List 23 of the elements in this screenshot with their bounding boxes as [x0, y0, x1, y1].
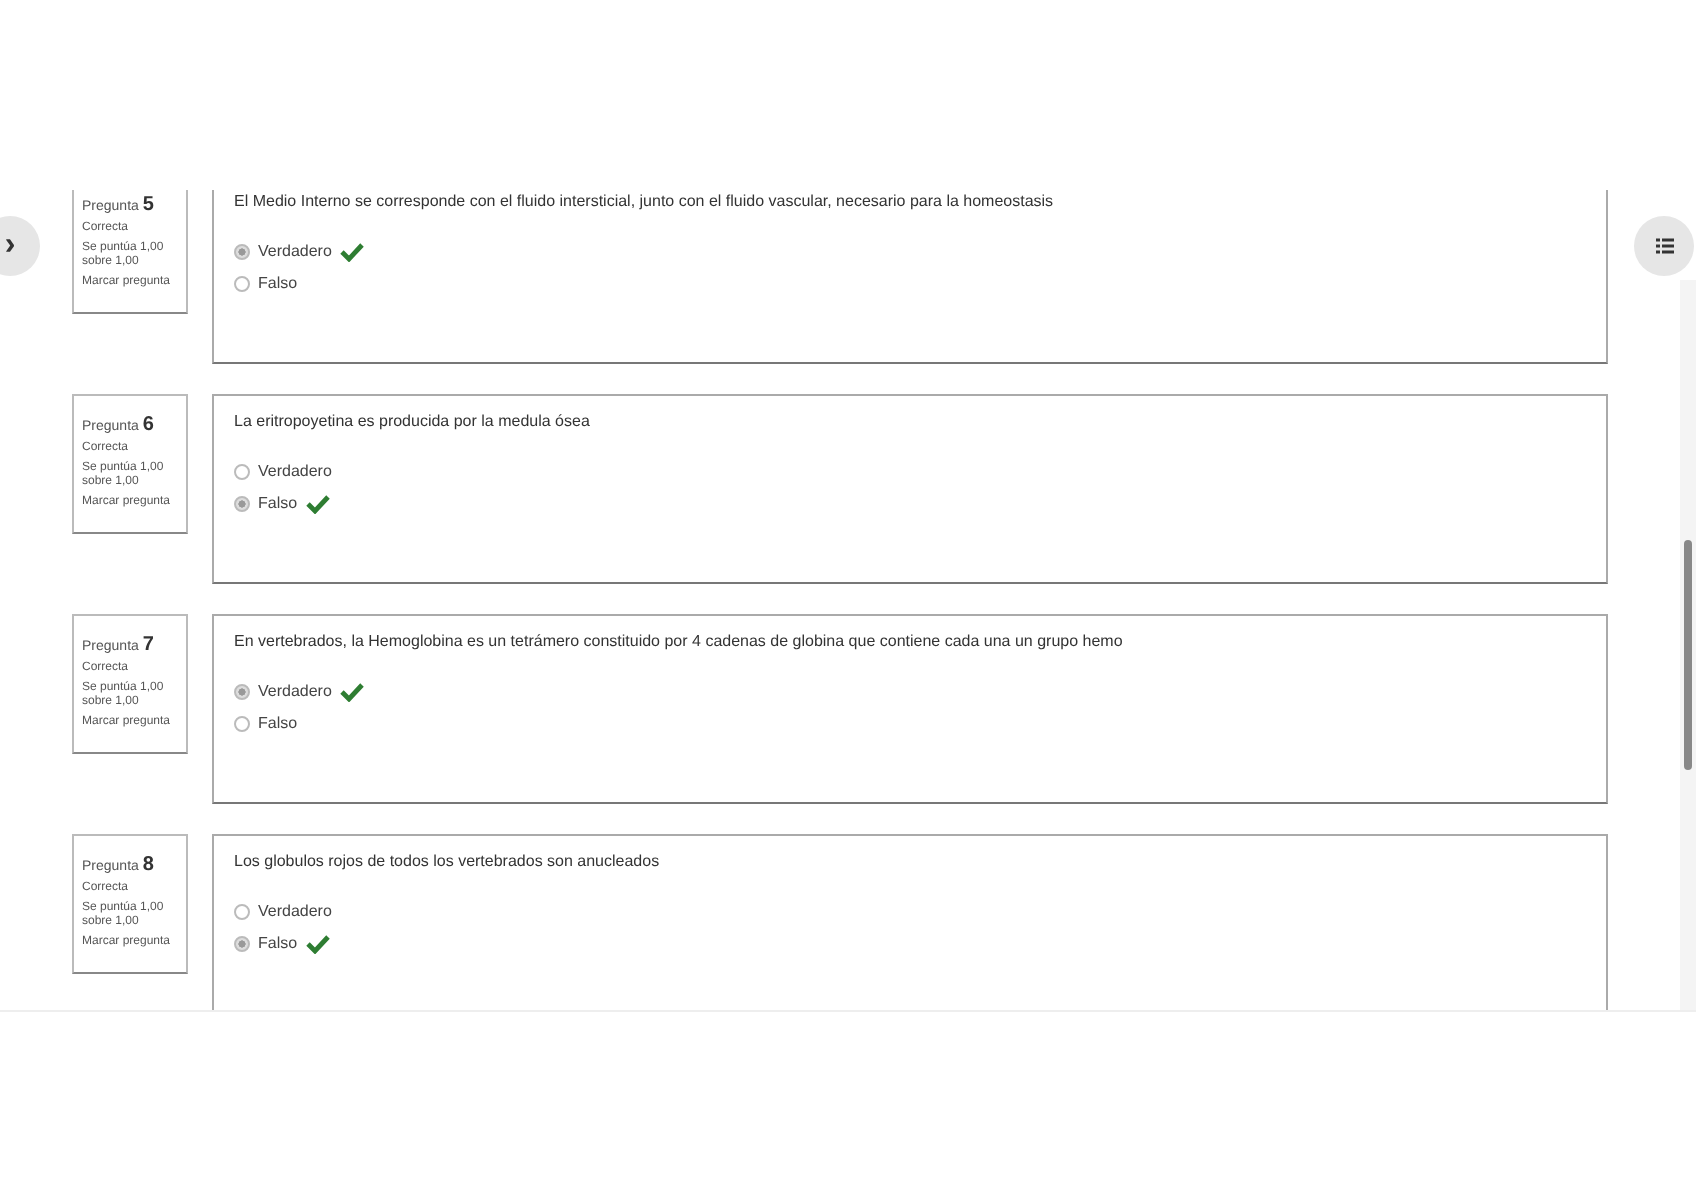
radio-button[interactable]: [234, 935, 250, 951]
question-text: En vertebrados, la Hemoglobina es un tetrámero constituido por 4 cadenas de globina que contiene cada una un grupo hemo: [234, 632, 1125, 650]
radio-button[interactable]: [234, 243, 250, 259]
radio-button[interactable]: [234, 495, 250, 511]
drawer-toggle-button[interactable]: ›: [0, 216, 40, 276]
question-text: Los globulos rojos de todos los vertebrados son anucleados: [234, 852, 662, 870]
radio-button[interactable]: [234, 715, 250, 731]
option-label: Verdadero: [258, 902, 332, 920]
option-label: Verdadero: [258, 462, 332, 480]
list-menu-button[interactable]: [1634, 216, 1694, 276]
question-text: La eritropoyetina es producida por la medula ósea: [234, 412, 592, 430]
option-label: Falso: [258, 494, 298, 512]
option-label: Falso: [258, 934, 298, 952]
radio-button[interactable]: [234, 463, 250, 479]
option-label: Verdadero: [258, 682, 332, 700]
radio-button[interactable]: [234, 903, 250, 919]
radio-button[interactable]: [234, 275, 250, 291]
question-text: El Medio Interno se corresponde con el fluido intersticial, junto con el fluido vascular, necesario para la homeostasis: [234, 192, 1056, 210]
list-icon: [1655, 238, 1673, 254]
option-label: Falso: [258, 714, 298, 732]
radio-button[interactable]: [234, 683, 250, 699]
option-label: Verdadero: [258, 242, 332, 260]
option-label: Falso: [258, 274, 298, 292]
